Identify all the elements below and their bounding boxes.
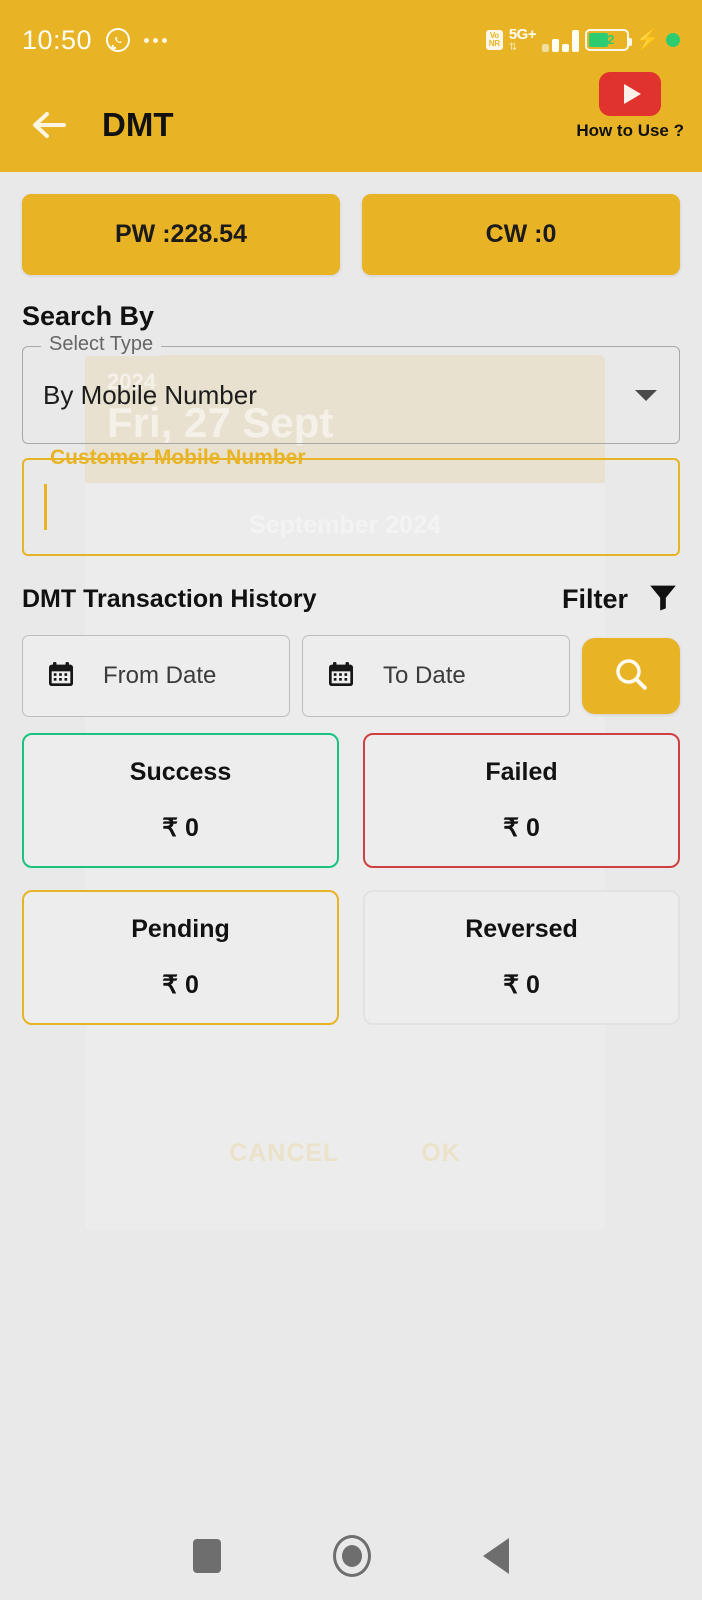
home-circle-icon[interactable] <box>333 1535 371 1577</box>
to-date-input[interactable]: To Date <box>302 635 570 717</box>
battery-icon: 52 <box>585 29 633 51</box>
calendar-icon <box>45 658 77 695</box>
status-summary-cards: Success ₹ 0 Failed ₹ 0 Pending ₹ 0 Rever… <box>0 717 702 1025</box>
vonr-line-2: NR <box>488 39 500 48</box>
chevron-down-icon[interactable] <box>635 390 657 401</box>
pw-wallet-button[interactable]: PW :228.54 <box>22 194 340 275</box>
search-by-heading: Search By <box>22 301 155 331</box>
status-bar-clock: 10:50 <box>22 24 93 55</box>
youtube-play-icon[interactable] <box>599 72 662 116</box>
page-title: DMT <box>102 106 174 143</box>
failed-card-amount: ₹ 0 <box>503 814 540 842</box>
customer-mobile-number-legend: Customer Mobile Number <box>50 446 306 469</box>
more-dots-icon <box>144 37 168 43</box>
wallet-balance-row: PW :228.54 CW :0 <box>0 172 702 275</box>
reversed-card-label: Reversed <box>465 915 578 943</box>
battery-percent-label: 52 <box>599 32 615 47</box>
select-type-legend: Select Type <box>41 333 162 356</box>
text-cursor <box>44 484 47 530</box>
failed-card[interactable]: Failed ₹ 0 <box>363 733 680 868</box>
status-bar: 10:50 Vo NR 5G+ ⇅ 52 ⚡ <box>0 0 702 80</box>
select-type-value: By Mobile Number <box>43 379 257 410</box>
data-arrows-icon: ⇅ <box>508 42 517 53</box>
android-navigation-bar <box>0 1512 702 1600</box>
main-content: PW :228.54 CW :0 Search By Select Type B… <box>0 172 702 1025</box>
funnel-icon[interactable] <box>646 580 680 619</box>
app-bar: DMT How to Use ? <box>0 72 702 172</box>
search-icon <box>611 654 651 699</box>
to-date-label: To Date <box>383 662 466 689</box>
vonr-badge-icon: Vo NR <box>485 30 503 50</box>
customer-mobile-number-input[interactable]: Customer Mobile Number <box>22 446 680 556</box>
phone-screen: 10:50 Vo NR 5G+ ⇅ 52 ⚡ DMT How to Use ? … <box>0 0 702 1600</box>
from-date-input[interactable]: From Date <box>22 635 290 717</box>
status-bar-right: Vo NR 5G+ ⇅ 52 ⚡ <box>485 26 680 53</box>
charging-bolt-icon: ⚡ <box>635 29 660 51</box>
ghost-dialog-actions: CANCEL OK <box>85 1139 605 1168</box>
whatsapp-icon <box>105 27 131 53</box>
select-type-dropdown[interactable]: Select Type By Mobile Number <box>22 333 680 444</box>
search-submit-button[interactable] <box>582 638 680 714</box>
pending-card-amount: ₹ 0 <box>162 971 199 999</box>
status-bar-left: 10:50 <box>22 24 168 56</box>
reversed-card[interactable]: Reversed ₹ 0 <box>363 890 680 1025</box>
network-indicator: 5G+ ⇅ <box>508 26 537 53</box>
filter-label: Filter <box>561 584 628 614</box>
calendar-icon <box>325 658 357 695</box>
transaction-history-header: DMT Transaction History Filter <box>0 556 702 619</box>
success-card-amount: ₹ 0 <box>162 814 199 842</box>
pending-card-label: Pending <box>131 915 230 943</box>
network-type-label: 5G+ <box>508 26 537 43</box>
cw-wallet-button[interactable]: CW :0 <box>362 194 680 275</box>
recents-square-icon[interactable] <box>193 1539 221 1573</box>
from-date-label: From Date <box>103 662 217 689</box>
back-arrow-icon[interactable] <box>26 102 72 148</box>
how-to-use-button[interactable]: How to Use ? <box>576 72 684 141</box>
date-filter-row: From Date To Date <box>0 619 702 717</box>
success-card-label: Success <box>129 758 232 786</box>
signal-bars-icon <box>542 28 580 52</box>
failed-card-label: Failed <box>485 758 558 786</box>
transaction-history-title: DMT Transaction History <box>22 585 317 613</box>
filter-button[interactable]: Filter <box>562 580 680 619</box>
ghost-ok-button: OK <box>421 1139 461 1167</box>
how-to-use-label: How to Use ? <box>576 121 684 140</box>
success-card[interactable]: Success ₹ 0 <box>22 733 339 868</box>
back-triangle-icon[interactable] <box>483 1538 509 1574</box>
recording-dot-icon <box>666 33 680 47</box>
reversed-card-amount: ₹ 0 <box>503 971 540 999</box>
ghost-cancel-button: CANCEL <box>229 1139 340 1167</box>
select-type-field-wrap: Select Type By Mobile Number <box>0 332 702 444</box>
pending-card[interactable]: Pending ₹ 0 <box>22 890 339 1025</box>
mobile-number-field-wrap: Customer Mobile Number <box>0 444 702 556</box>
